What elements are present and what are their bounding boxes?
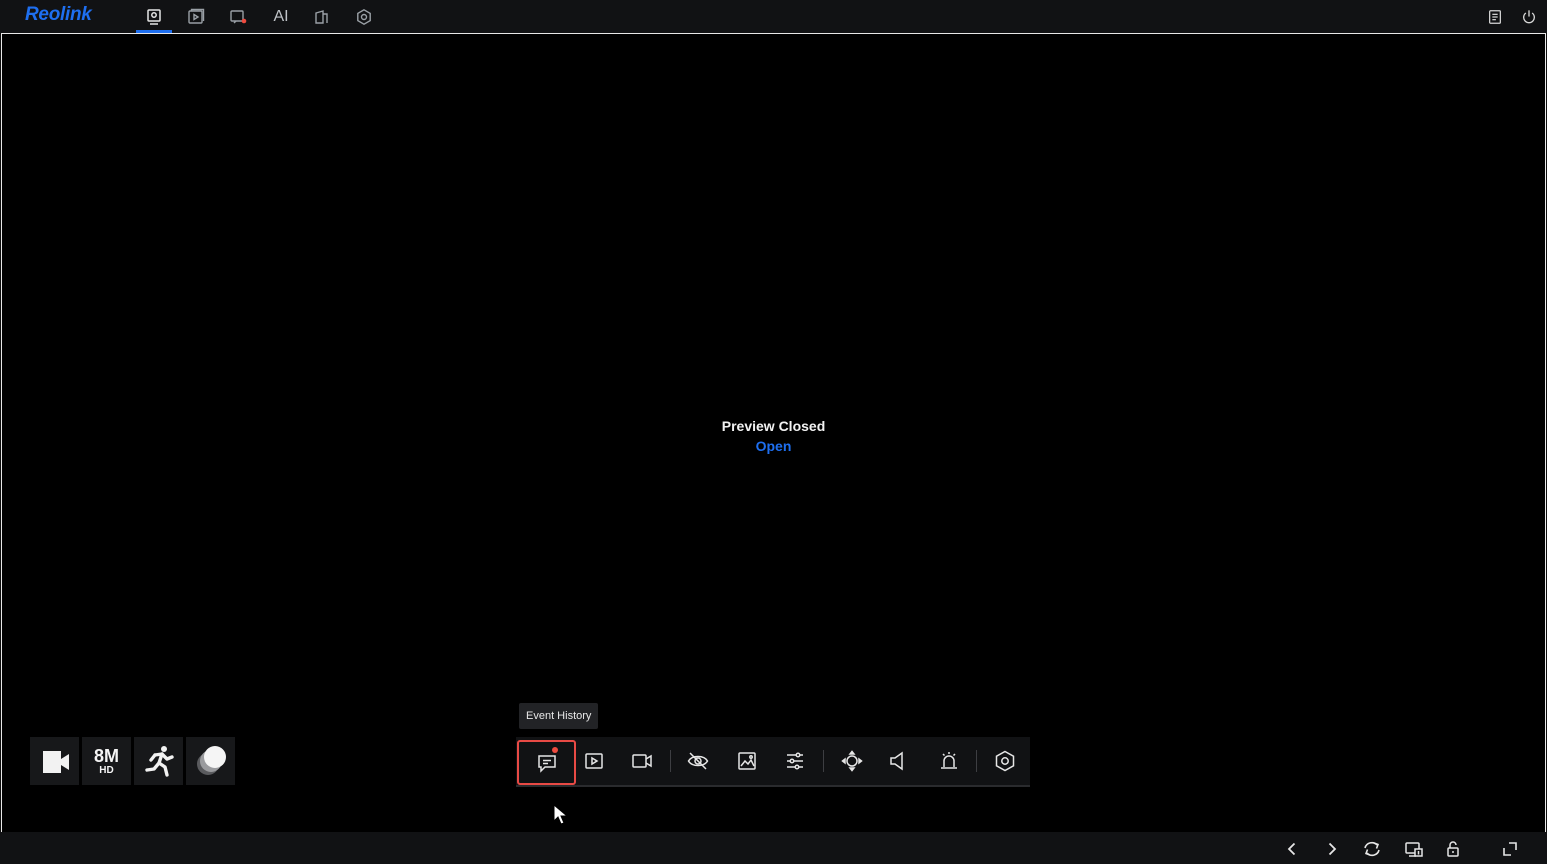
power-button[interactable] [1514,0,1544,33]
audio-button[interactable] [878,741,918,781]
toolbar-separator [670,750,671,772]
open-preview-link[interactable]: Open [2,438,1545,454]
audio-icon [890,751,903,771]
record-icon [632,754,652,768]
lock-icon [1447,841,1459,857]
event-history-icon [537,754,556,773]
siren-icon [941,752,957,769]
tab-ai[interactable]: AI [263,0,299,33]
live-view-icon [147,8,161,25]
motion-status-tile [134,737,183,785]
ptz-button[interactable] [832,741,872,781]
notes-button[interactable] [1480,0,1510,33]
image-icon [738,752,756,770]
day-night-icon [196,746,226,775]
tab-alerts[interactable] [220,0,256,33]
record-button[interactable] [622,741,662,781]
previous-button[interactable] [1280,837,1304,861]
camera-status-tile [30,737,79,785]
settings-icon [357,8,371,25]
device-icon [315,9,328,24]
preview-closed-text: Preview Closed [721,418,826,434]
bottom-bar [0,832,1547,864]
screen-layout-icon [1405,842,1423,857]
playback-icon [585,753,603,769]
video-viewport[interactable]: Preview Closed Open [1,33,1546,833]
fullscreen-icon [1503,842,1517,856]
image-button[interactable] [727,741,767,781]
event-history-button[interactable] [517,740,576,785]
event-history-tooltip: Event History [519,703,599,729]
tab-playback[interactable] [178,0,214,33]
screen-layout-button[interactable] [1402,837,1426,861]
day-night-tile [186,737,235,785]
resolution-sub-text: HD [99,764,114,776]
motion-icon [144,746,174,777]
mouse-cursor-icon [553,804,569,825]
tab-settings[interactable] [346,0,382,33]
reolink-logo: Reolink [25,4,92,25]
camera-toolbar [516,737,1030,787]
next-button[interactable] [1320,837,1344,861]
fullscreen-button[interactable] [1498,837,1522,861]
camera-icon [42,751,69,773]
top-bar: Reolink AI [0,0,1547,33]
siren-button[interactable] [929,741,969,781]
tab-device[interactable] [304,0,340,33]
ptz-icon [841,750,863,772]
lock-button[interactable] [1441,837,1465,861]
previous-icon [1287,842,1296,856]
toolbar-separator [976,750,977,772]
adjust-button[interactable] [775,741,815,781]
rotate-icon [1364,841,1380,857]
status-tiles: 8M HD [30,737,235,785]
new-event-dot [552,747,558,753]
alerts-icon [230,9,247,23]
preview-message: Preview Closed Open [2,418,1545,454]
playback-icon [188,8,205,24]
next-icon [1328,842,1337,856]
rotate-button[interactable] [1360,837,1384,861]
adjust-icon [787,752,803,770]
resolution-text: 8M [93,745,119,766]
privacy-mask-icon [687,752,709,770]
tab-live-view[interactable] [136,0,172,33]
playback-button[interactable] [574,741,614,781]
resolution-badge: 8M HD [82,737,131,785]
privacy-mask-button[interactable] [678,741,718,781]
power-icon [1523,9,1535,23]
notes-icon [1489,9,1501,24]
toolbar-separator [823,750,824,772]
camera-settings-button[interactable] [985,741,1025,781]
camera-settings-icon [995,750,1015,772]
